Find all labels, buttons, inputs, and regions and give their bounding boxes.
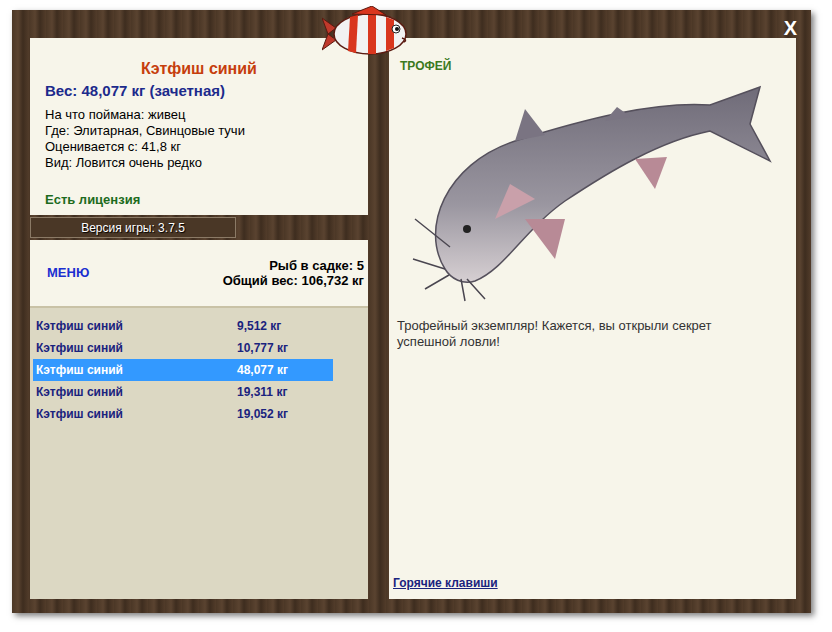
window-frame: X Кэтфиш синийВес: 48,077 кг (зачетная) На… xyxy=(12,10,811,613)
catch-row[interactable]: Кэтфиш синий19,311 кг xyxy=(33,381,333,403)
total-weight: Общий вес: 106,732 кг xyxy=(223,273,364,288)
version-tab: Версия игры: 3.7.5 xyxy=(30,217,236,238)
fish-detail: Оценивается с: 41,8 кг xyxy=(45,139,353,155)
fish-weight: Вес: 48,077 кг (зачетная) xyxy=(45,81,353,101)
menu-button[interactable]: МЕНЮ xyxy=(47,263,89,283)
fish-details: На что поймана: живецГде: Элитарная, Сви… xyxy=(45,107,353,171)
fish-detail: Вид: Ловится очень редко xyxy=(45,155,353,171)
left-column: Кэтфиш синийВес: 48,077 кг (зачетная) На … xyxy=(30,38,368,599)
fish-count: Рыб в садке: 5 xyxy=(223,258,364,273)
fish-name: Кэтфиш синий xyxy=(45,59,353,79)
trophy-message: Трофейный экземпляр! Кажется, вы открыли… xyxy=(397,318,757,350)
trophy-panel: ТРОФЕЙ Трофейный экземпляр! Кажется, вы о… xyxy=(389,38,796,599)
trophy-badge: ТРОФЕЙ xyxy=(400,59,790,73)
fish-logo xyxy=(322,6,414,62)
license-status: Есть лицензия xyxy=(45,190,353,210)
catch-row[interactable]: Кэтфиш синий10,777 кг xyxy=(33,337,333,359)
catch-row[interactable]: Кэтфиш синий48,077 кг xyxy=(33,359,333,381)
fish-detail: На что поймана: живец xyxy=(45,107,353,123)
fish-info-panel: Кэтфиш синийВес: 48,077 кг (зачетная) На … xyxy=(30,38,368,215)
trophy-fish-picture xyxy=(405,69,775,304)
fish-detail: Где: Элитарная, Свинцовые тучи xyxy=(45,123,353,139)
catch-row[interactable]: Кэтфиш синий19,052 кг xyxy=(33,403,333,425)
fish-logo-icon xyxy=(322,6,414,62)
hotkeys-link[interactable]: Горячие клавиши xyxy=(393,574,790,592)
catch-list: Кэтфиш синий9,512 кгКэтфиш синий10,777 к… xyxy=(30,308,368,599)
keepnet-panel: МЕНЮ Рыб в садке: 5Общий вес: 106,732 кг К… xyxy=(30,240,368,599)
page: X Кэтфиш синийВес: 48,077 кг (зачетная) На… xyxy=(0,0,832,632)
close-button[interactable]: X xyxy=(780,18,801,38)
catch-row[interactable]: Кэтфиш синий9,512 кг xyxy=(33,315,333,337)
